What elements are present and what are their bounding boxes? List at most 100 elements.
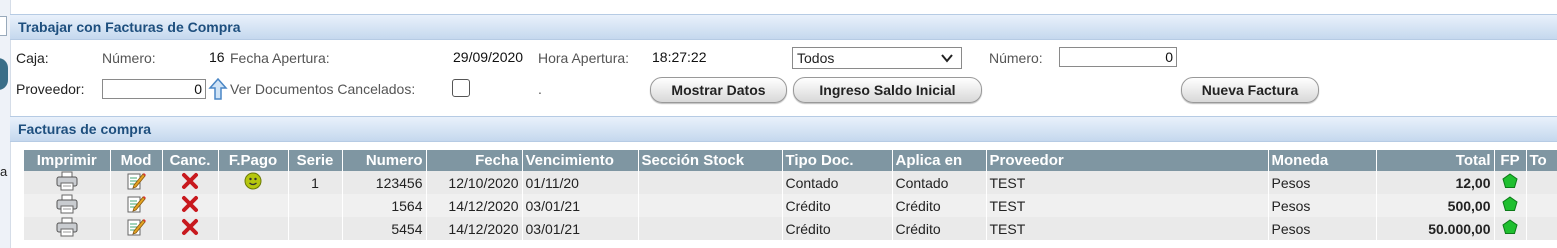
cell-fpago[interactable] bbox=[218, 171, 289, 194]
cell-fecha: 14/12/2020 bbox=[426, 217, 523, 240]
filter-select-value: Todos bbox=[797, 50, 835, 66]
cancel-x-icon[interactable] bbox=[181, 196, 199, 216]
edit-icon[interactable] bbox=[126, 173, 146, 194]
col-canc[interactable]: Canc. bbox=[162, 150, 219, 171]
cell-imprimir[interactable] bbox=[24, 194, 111, 217]
col-vencimiento[interactable]: Vencimiento bbox=[522, 150, 639, 171]
cell-imprimir[interactable] bbox=[24, 217, 111, 240]
col-to[interactable]: To bbox=[1526, 150, 1557, 171]
left-fragment-text: a bbox=[0, 164, 8, 179]
cell-canc[interactable] bbox=[162, 217, 219, 240]
section-title: Trabajar con Facturas de Compra bbox=[18, 19, 241, 35]
green-pentagon-icon[interactable] bbox=[1502, 219, 1518, 238]
section-header-facturas: Facturas de compra bbox=[10, 116, 1557, 142]
cancel-x-icon[interactable] bbox=[181, 219, 199, 239]
section-header-trabajar: Trabajar con Facturas de Compra bbox=[10, 14, 1557, 40]
vencimiento-value: 01/11/20 bbox=[525, 174, 579, 191]
cell-mod[interactable] bbox=[110, 194, 163, 217]
green-pentagon-icon[interactable] bbox=[1502, 173, 1518, 192]
cell-to bbox=[1526, 194, 1557, 217]
aplica-en-value: Contado bbox=[895, 174, 949, 191]
printer-icon[interactable] bbox=[56, 171, 78, 194]
edit-icon[interactable] bbox=[126, 219, 146, 240]
total-value: 50.000,00 bbox=[1428, 220, 1491, 237]
col-fpago[interactable]: F.Pago bbox=[218, 150, 289, 171]
section-title: Facturas de compra bbox=[18, 121, 152, 137]
hora-apertura-value: 18:27:22 bbox=[652, 49, 707, 65]
cell-to bbox=[1526, 217, 1557, 240]
cell-tipo-doc: Crédito bbox=[782, 194, 893, 217]
vencimiento-value: 03/01/21 bbox=[525, 197, 581, 214]
cell-numero: 1564 bbox=[342, 194, 427, 217]
cell-serie bbox=[288, 217, 343, 240]
cell-fp[interactable] bbox=[1494, 194, 1527, 217]
col-tipo-doc[interactable]: Tipo Doc. bbox=[782, 150, 893, 171]
cell-tipo-doc: Crédito bbox=[782, 217, 893, 240]
table-row[interactable]: 1564 14/12/2020 03/01/21 Crédito Crédito TEST… bbox=[24, 194, 1557, 217]
printer-icon[interactable] bbox=[56, 217, 78, 240]
col-moneda[interactable]: Moneda bbox=[1268, 150, 1377, 171]
up-arrow-icon[interactable] bbox=[208, 77, 228, 100]
proveedor-input[interactable] bbox=[102, 79, 206, 99]
proveedor-label: Proveedor: bbox=[16, 81, 85, 97]
cancel-x-icon[interactable] bbox=[181, 173, 199, 193]
ver-cancelados-checkbox[interactable] bbox=[452, 79, 470, 97]
cell-proveedor: TEST bbox=[986, 217, 1269, 240]
avatar bbox=[0, 58, 8, 90]
mostrar-datos-button[interactable]: Mostrar Datos bbox=[650, 77, 787, 103]
proveedor-value: TEST bbox=[989, 197, 1026, 214]
edit-icon[interactable] bbox=[126, 196, 146, 217]
green-pentagon-icon[interactable] bbox=[1502, 196, 1518, 215]
cell-total: 500,00 bbox=[1376, 194, 1495, 217]
left-tab[interactable] bbox=[0, 16, 7, 36]
col-aplica-en[interactable]: Aplica en bbox=[892, 150, 987, 171]
col-seccion-stock[interactable]: Sección Stock bbox=[638, 150, 783, 171]
aplica-en-value: Crédito bbox=[895, 220, 941, 237]
cell-mod[interactable] bbox=[110, 171, 163, 194]
col-serie[interactable]: Serie bbox=[288, 150, 343, 171]
moneda-value: Pesos bbox=[1271, 174, 1311, 191]
cell-aplica-en: Crédito bbox=[892, 194, 987, 217]
col-fecha[interactable]: Fecha bbox=[426, 150, 523, 171]
total-value: 500,00 bbox=[1447, 197, 1491, 214]
cell-moneda: Pesos bbox=[1268, 217, 1377, 240]
numero-value: 1564 bbox=[391, 197, 423, 214]
cell-fpago bbox=[218, 217, 289, 240]
cell-aplica-en: Crédito bbox=[892, 217, 987, 240]
table-row[interactable]: 5454 14/12/2020 03/01/21 Crédito Crédito TEST… bbox=[24, 217, 1557, 240]
cell-seccion-stock bbox=[638, 217, 783, 240]
filter-select[interactable]: Todos bbox=[792, 47, 962, 69]
col-proveedor[interactable]: Proveedor bbox=[986, 150, 1269, 171]
cell-canc[interactable] bbox=[162, 194, 219, 217]
cell-imprimir[interactable] bbox=[24, 171, 111, 194]
col-mod[interactable]: Mod bbox=[110, 150, 163, 171]
nueva-factura-button[interactable]: Nueva Factura bbox=[1181, 77, 1319, 103]
hora-apertura-label: Hora Apertura: bbox=[538, 50, 630, 66]
moneda-value: Pesos bbox=[1271, 197, 1311, 214]
fecha-value: 14/12/2020 bbox=[448, 197, 519, 214]
col-imprimir[interactable]: Imprimir bbox=[24, 150, 111, 171]
chevron-down-icon bbox=[941, 52, 953, 67]
printer-icon[interactable] bbox=[56, 194, 78, 217]
cell-canc[interactable] bbox=[162, 171, 219, 194]
numero-search-input[interactable] bbox=[1059, 47, 1177, 67]
proveedor-value: TEST bbox=[989, 174, 1026, 191]
ingreso-saldo-inicial-button[interactable]: Ingreso Saldo Inicial bbox=[793, 77, 982, 103]
cell-fp[interactable] bbox=[1494, 217, 1527, 240]
cell-proveedor: TEST bbox=[986, 194, 1269, 217]
numero-value: 5454 bbox=[391, 220, 423, 237]
cell-serie: 1 bbox=[288, 171, 343, 194]
numero-label: Número: bbox=[102, 50, 156, 66]
smiley-coin-icon[interactable] bbox=[244, 172, 262, 193]
cell-tipo-doc: Contado bbox=[782, 171, 893, 194]
cell-fecha: 14/12/2020 bbox=[426, 194, 523, 217]
cell-mod[interactable] bbox=[110, 217, 163, 240]
col-fp[interactable]: FP bbox=[1494, 150, 1527, 171]
table-row[interactable]: 1 123456 12/10/2020 01/11/20 Contado Contado T… bbox=[24, 171, 1557, 194]
col-numero[interactable]: Numero bbox=[342, 150, 427, 171]
caja-label: Caja: bbox=[16, 50, 49, 66]
cell-fp[interactable] bbox=[1494, 171, 1527, 194]
col-total[interactable]: Total bbox=[1376, 150, 1495, 171]
table-header-row: Imprimir Mod Canc. F.Pago Serie Numero F… bbox=[24, 150, 1557, 171]
total-value: 12,00 bbox=[1455, 174, 1491, 191]
